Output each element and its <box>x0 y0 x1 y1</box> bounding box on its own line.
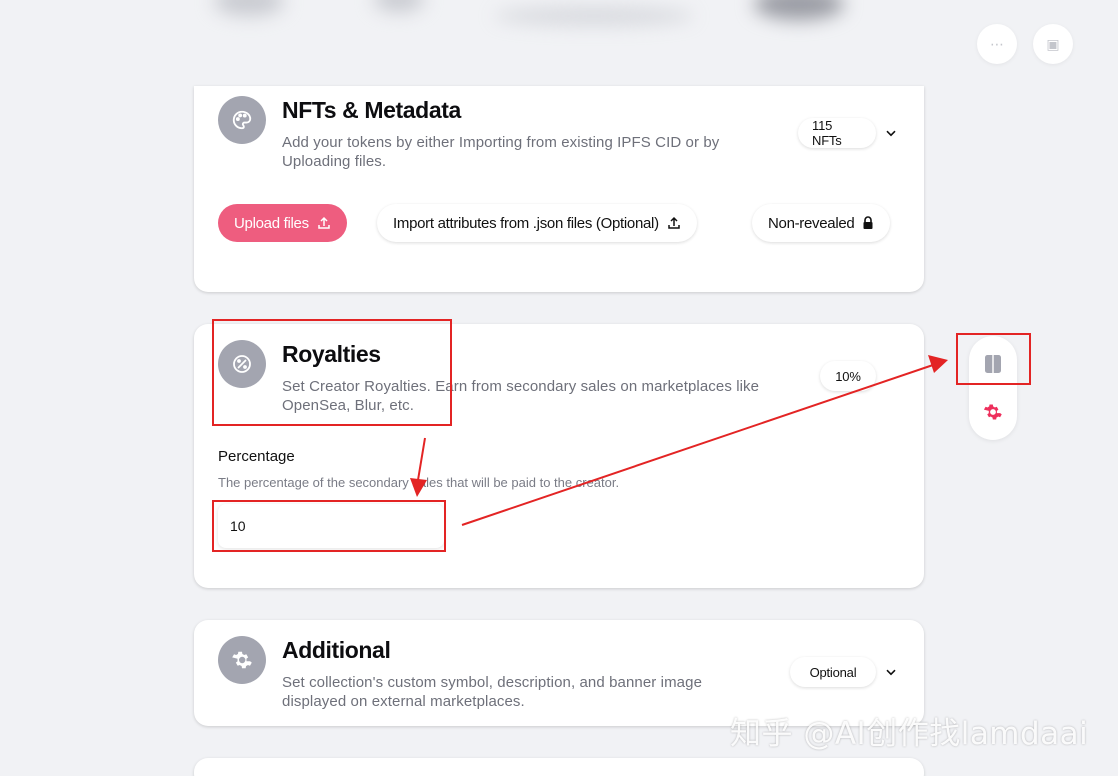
watermark-text: 知乎 @AI创作找lamdaai <box>730 716 1089 752</box>
annotation-arrowhead-right <box>928 355 948 373</box>
annotation-arrow-right <box>461 364 934 526</box>
annotation-arrows <box>410 355 948 526</box>
annotation-arrowhead-down <box>410 478 427 497</box>
annotation-arrow-down <box>417 437 426 481</box>
